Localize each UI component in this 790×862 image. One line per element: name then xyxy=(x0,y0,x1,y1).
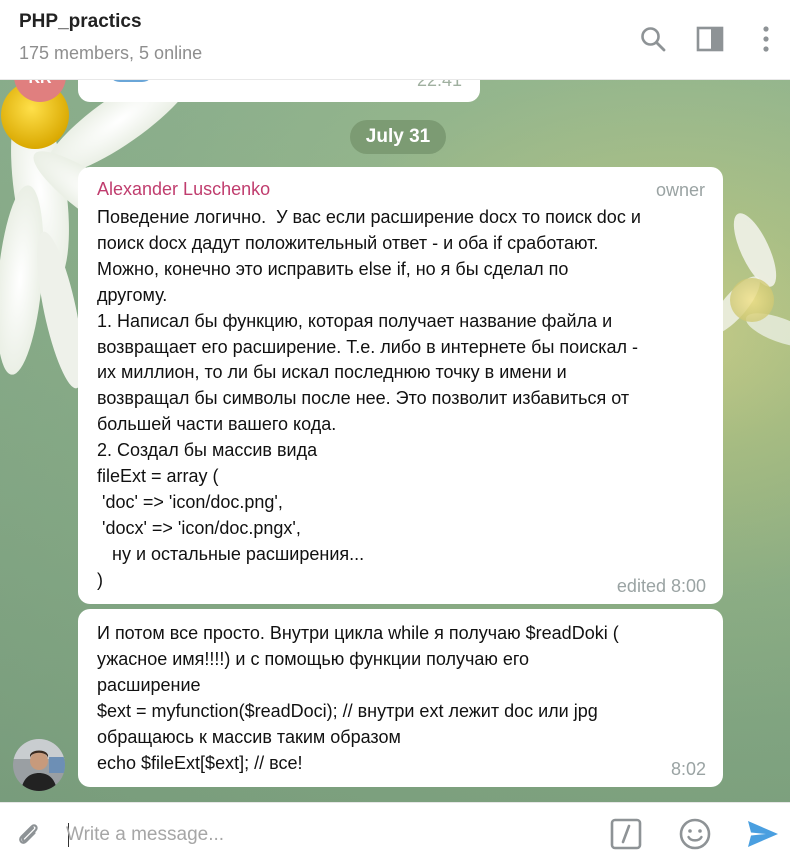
avatar[interactable]: KR xyxy=(14,80,66,102)
commands-icon[interactable] xyxy=(609,817,643,851)
message-bubble-previous[interactable]: 22:41 xyxy=(78,80,480,102)
sender-name[interactable]: Alexander Luschenko xyxy=(97,179,270,200)
message-time: edited 8:00 xyxy=(616,576,706,596)
message-bubble[interactable]: Alexander Luschenko owner Поведение логи… xyxy=(78,167,723,604)
compose-bar xyxy=(0,802,790,862)
avatar-photo xyxy=(13,739,65,791)
date-separator: July 31 xyxy=(350,120,446,154)
chat-header: PHP_practics 175 members, 5 online xyxy=(0,0,790,80)
more-vertical-icon[interactable] xyxy=(749,22,783,56)
search-icon[interactable] xyxy=(636,22,670,56)
message-text: И потом все просто. Внутри цикла while я… xyxy=(97,623,619,773)
message-bubble[interactable]: И потом все просто. Внутри цикла while я… xyxy=(78,609,723,787)
emoji-icon[interactable] xyxy=(678,817,712,851)
media-thumbnail-edge xyxy=(108,80,154,82)
chat-title[interactable]: PHP_practics xyxy=(19,11,142,33)
sender-avatar[interactable] xyxy=(13,739,65,791)
attach-icon[interactable] xyxy=(11,817,45,851)
message-input[interactable] xyxy=(66,820,566,850)
chat-area[interactable]: KR 22:41 July 31 Alexander Luschenko own… xyxy=(0,80,790,802)
chat-member-count: 175 members, 5 online xyxy=(19,43,203,63)
message-text: Поведение логично. У вас если расширение… xyxy=(97,207,641,590)
message-time: 8:02 xyxy=(670,759,706,779)
send-icon[interactable] xyxy=(746,817,780,851)
message-time: 22:41 xyxy=(416,80,462,90)
avatar-initials: KR xyxy=(14,80,66,102)
sender-role-badge: owner xyxy=(655,180,705,200)
sidebar-toggle-icon[interactable] xyxy=(693,22,727,56)
